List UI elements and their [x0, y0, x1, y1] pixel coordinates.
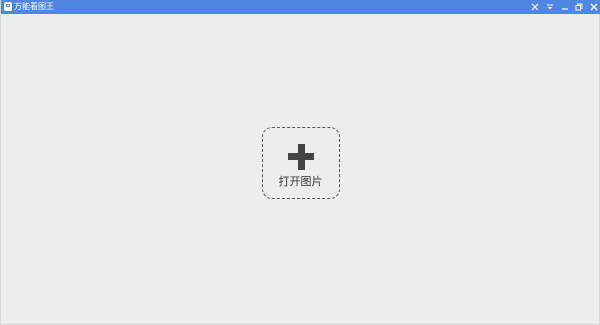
app-window: 万能看图王 打开图片: [0, 0, 600, 325]
open-image-button[interactable]: 打开图片: [262, 127, 340, 199]
app-logo-icon: [4, 2, 12, 11]
minimize-icon: [562, 8, 568, 10]
plus-icon: [288, 144, 314, 170]
close-button[interactable]: [587, 0, 600, 14]
restore-icon: [575, 3, 583, 11]
title-bar[interactable]: 万能看图王: [1, 0, 600, 14]
open-image-label: 打开图片: [278, 175, 323, 188]
minimize-button[interactable]: [558, 0, 572, 14]
menu-button[interactable]: [543, 0, 557, 14]
close-icon: [590, 3, 598, 11]
dropdown-menu-icon: [547, 4, 553, 10]
window-title: 万能看图王: [14, 2, 54, 11]
x-icon: [531, 3, 539, 11]
close-alt-button[interactable]: [528, 0, 542, 14]
restore-button[interactable]: [572, 0, 586, 14]
